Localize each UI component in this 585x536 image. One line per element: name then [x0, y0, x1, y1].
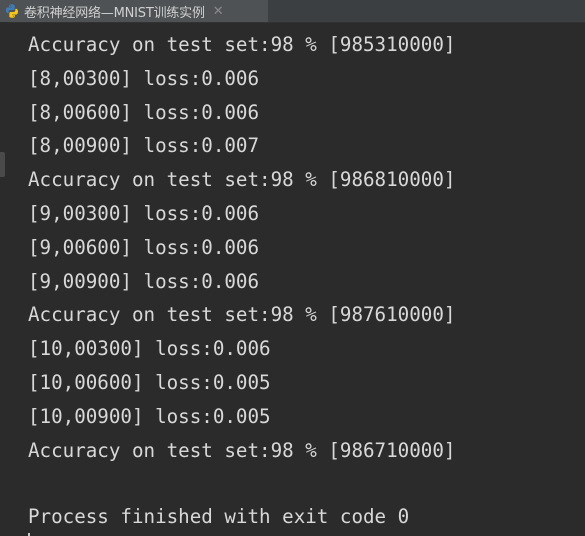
tab-mnist-example[interactable]: 卷积神经网络—MNIST训练实例 ✕	[0, 0, 268, 22]
console-line: Accuracy on test set:98 % [986810000]	[28, 168, 456, 192]
console-line: [9,00900] loss:0.006	[28, 269, 260, 293]
scroll-marker[interactable]	[0, 152, 5, 177]
console-gutter	[0, 22, 8, 536]
python-icon	[4, 3, 20, 19]
close-icon[interactable]: ✕	[213, 4, 224, 19]
console-line: [10,00600] loss:0.005	[28, 370, 271, 394]
console-line: [10,00900] loss:0.005	[28, 404, 271, 428]
console-line: [9,00600] loss:0.006	[28, 235, 260, 259]
console-line: Accuracy on test set:98 % [986710000]	[28, 438, 456, 462]
tab-title: 卷积神经网络—MNIST训练实例	[24, 5, 205, 21]
console-line: [8,00600] loss:0.006	[28, 100, 260, 124]
console-line: Accuracy on test set:98 % [987610000]	[28, 303, 456, 327]
exit-message: Process finished with exit code 0	[28, 505, 410, 528]
run-console-window: 卷积神经网络—MNIST训练实例 ✕ Accuracy on test set:…	[0, 0, 585, 536]
console-line: [8,00300] loss:0.006	[28, 66, 260, 90]
console-line: [9,00300] loss:0.006	[28, 201, 260, 225]
console-line: [8,00900] loss:0.007	[28, 134, 260, 158]
editor-tab-bar: 卷积神经网络—MNIST训练实例 ✕	[0, 0, 585, 23]
console-output: Accuracy on test set:98 % [985310000] [8…	[28, 28, 455, 467]
console-line: [10,00300] loss:0.006	[28, 337, 271, 361]
console-line: Accuracy on test set:98 % [985310000]	[28, 33, 456, 56]
